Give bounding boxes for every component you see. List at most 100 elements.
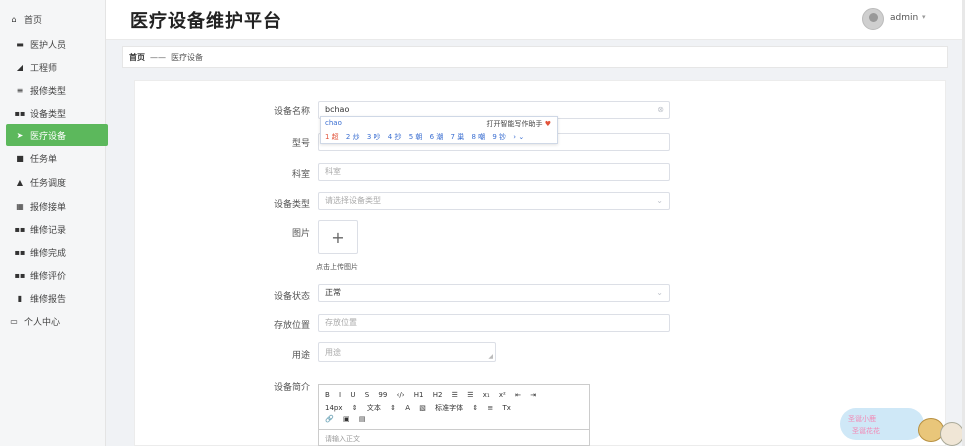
home-icon: ⌂: [11, 14, 17, 24]
sidebar-item-repair-reviews[interactable]: ▪▪ 维修评价: [0, 264, 106, 286]
department-label: 科室: [291, 170, 310, 180]
menu-icon: ≡: [16, 85, 24, 95]
outdent-icon[interactable]: ⇤: [515, 391, 521, 399]
app-title: 医疗设备维护平台: [130, 11, 282, 32]
mascot-bubble: 圣诞小鹿 圣诞花花: [840, 408, 924, 440]
ime-candidate[interactable]: 3 吵: [367, 133, 381, 141]
hammer-icon: ◢: [16, 62, 24, 72]
device-type-select[interactable]: 请选择设备类型 ⌄: [318, 192, 670, 210]
breadcrumb-separator: ——: [150, 52, 166, 62]
sidebar-item-medical-devices[interactable]: ➤ 医疗设备: [6, 124, 108, 146]
top-header: 医疗设备维护平台 admin ▾: [106, 0, 965, 40]
usage-label: 用途: [291, 351, 310, 361]
sidebar-item-engineers[interactable]: ◢ 工程师: [0, 56, 106, 78]
link-icon[interactable]: 🔗: [325, 415, 334, 423]
chevron-down-icon: ⌄: [656, 288, 663, 297]
location-input[interactable]: 存放位置: [318, 314, 670, 332]
location-placeholder: 存放位置: [325, 318, 357, 327]
ime-assistant-tip[interactable]: 打开智能写作助手 ♥: [486, 119, 551, 129]
font-size-select[interactable]: 14px: [325, 404, 343, 412]
sidebar-item-repair-completed[interactable]: ▪▪ 维修完成: [0, 241, 106, 263]
sidebar-item-accept-orders[interactable]: ▦ 报修接单: [0, 195, 106, 217]
indent-icon[interactable]: ⇥: [530, 391, 536, 399]
location-label: 存放位置: [273, 321, 310, 331]
ime-composition: chao: [325, 119, 342, 127]
ime-candidate[interactable]: 9 钞: [492, 133, 506, 141]
underline-icon[interactable]: U: [350, 391, 355, 399]
avatar[interactable]: [862, 8, 884, 30]
heading1-icon[interactable]: H1: [414, 391, 424, 399]
mascot-line-2: 圣诞花花: [852, 427, 880, 435]
align-icon[interactable]: ≡: [487, 404, 493, 412]
resize-grip-icon[interactable]: ◢: [488, 353, 493, 360]
sidebar-item-repair-reports[interactable]: ▮ 维修报告: [0, 287, 106, 309]
sidebar-item-label: 个人中心: [24, 317, 61, 328]
monitor-icon: ▭: [10, 316, 18, 326]
bold-icon[interactable]: B: [325, 391, 330, 399]
ime-candidate[interactable]: 4 抄: [388, 133, 402, 141]
model-label: 型号: [291, 139, 310, 149]
text-style-select[interactable]: 文本: [367, 404, 381, 412]
device-status-select[interactable]: 正常 ⌄: [318, 284, 670, 302]
clear-icon[interactable]: ⊗: [657, 102, 664, 118]
ime-next-page-icon[interactable]: › ⌄: [513, 133, 524, 141]
image-icon[interactable]: ▣: [343, 415, 350, 423]
ime-candidate[interactable]: 5 朝: [409, 133, 423, 141]
user-name[interactable]: admin: [890, 13, 918, 23]
superscript-icon[interactable]: x²: [499, 391, 506, 399]
mascot-widget[interactable]: 圣诞小鹿 圣诞花花: [840, 408, 965, 446]
device-name-label: 设备名称: [273, 107, 310, 117]
ordered-list-icon[interactable]: ☰: [452, 391, 458, 399]
department-placeholder: 科室: [325, 167, 341, 176]
department-input[interactable]: 科室: [318, 163, 670, 181]
breadcrumb: 首页 —— 医疗设备: [122, 46, 948, 68]
italic-icon[interactable]: I: [339, 391, 341, 399]
editor-content[interactable]: 请输入正文: [319, 429, 589, 446]
quote-icon[interactable]: 99: [378, 391, 387, 399]
clear-format-icon[interactable]: Tx: [503, 404, 511, 412]
upload-hint: 点击上传图片: [316, 263, 358, 271]
upload-image-button[interactable]: +: [318, 220, 358, 254]
sidebar-item-label: 报修接单: [30, 202, 67, 213]
chevron-down-icon[interactable]: ▾: [922, 13, 926, 21]
font-family-select[interactable]: 标准字体: [435, 404, 463, 412]
subscript-icon[interactable]: x₁: [483, 391, 490, 399]
ime-candidate[interactable]: 1 超: [325, 133, 339, 141]
grid-icon: ▪▪: [14, 224, 26, 234]
editor-toolbar-row-1: B I U S 99 ‹/› H1 H2 ☰ ☰ x₁ x² ⇤ ⇥: [325, 391, 543, 399]
sidebar-item-medical-staff[interactable]: ▬ 医护人员: [0, 33, 106, 55]
background-color-icon[interactable]: ▧: [419, 404, 426, 412]
sidebar-item-device-types[interactable]: ▪▪ 设备类型: [0, 102, 106, 124]
sidebar-item-repair-records[interactable]: ▪▪ 维修记录: [0, 218, 106, 240]
breadcrumb-home[interactable]: 首页: [129, 52, 145, 63]
usage-placeholder: 用途: [325, 348, 341, 357]
video-icon[interactable]: ▤: [359, 415, 366, 423]
usage-textarea[interactable]: 用途 ◢: [318, 342, 496, 362]
ime-candidate[interactable]: 2 炒: [346, 133, 360, 141]
sidebar-item-dispatch[interactable]: ▲ 任务调度: [0, 171, 106, 193]
person-icon: ▲: [16, 177, 24, 187]
checkbox-icon: ■: [16, 153, 24, 163]
chevron-down-icon: ⌄: [656, 196, 663, 205]
font-color-icon[interactable]: A: [405, 404, 410, 412]
device-type-placeholder: 请选择设备类型: [325, 196, 381, 205]
strikethrough-icon[interactable]: S: [365, 391, 369, 399]
heading2-icon[interactable]: H2: [433, 391, 443, 399]
bullet-list-icon[interactable]: ☰: [467, 391, 473, 399]
intro-label: 设备简介: [273, 383, 310, 393]
sidebar-item-label: 维修记录: [30, 225, 67, 236]
sidebar-item-label: 医疗设备: [30, 131, 67, 142]
ime-candidate[interactable]: 6 潮: [430, 133, 444, 141]
code-icon[interactable]: ‹/›: [397, 391, 405, 399]
sidebar-item-personal-center[interactable]: ▭ 个人中心: [0, 310, 106, 332]
device-name-value: bchao: [325, 105, 350, 114]
image-label: 图片: [291, 229, 310, 239]
sidebar-item-label: 任务调度: [30, 178, 67, 189]
send-icon: ➤: [16, 130, 24, 140]
ime-candidate-popup: chao 打开智能写作助手 ♥ 1 超 2 炒 3 吵 4 抄 5 朝 6 潮 …: [320, 116, 558, 144]
sidebar-item-repair-types[interactable]: ≡ 报修类型: [0, 79, 106, 101]
ime-candidate[interactable]: 7 巢: [451, 133, 465, 141]
sidebar-item-tasks[interactable]: ■ 任务单: [0, 147, 106, 169]
ime-candidate[interactable]: 8 嘲: [471, 133, 485, 141]
sidebar-item-home[interactable]: ⌂ 首页: [0, 8, 106, 30]
